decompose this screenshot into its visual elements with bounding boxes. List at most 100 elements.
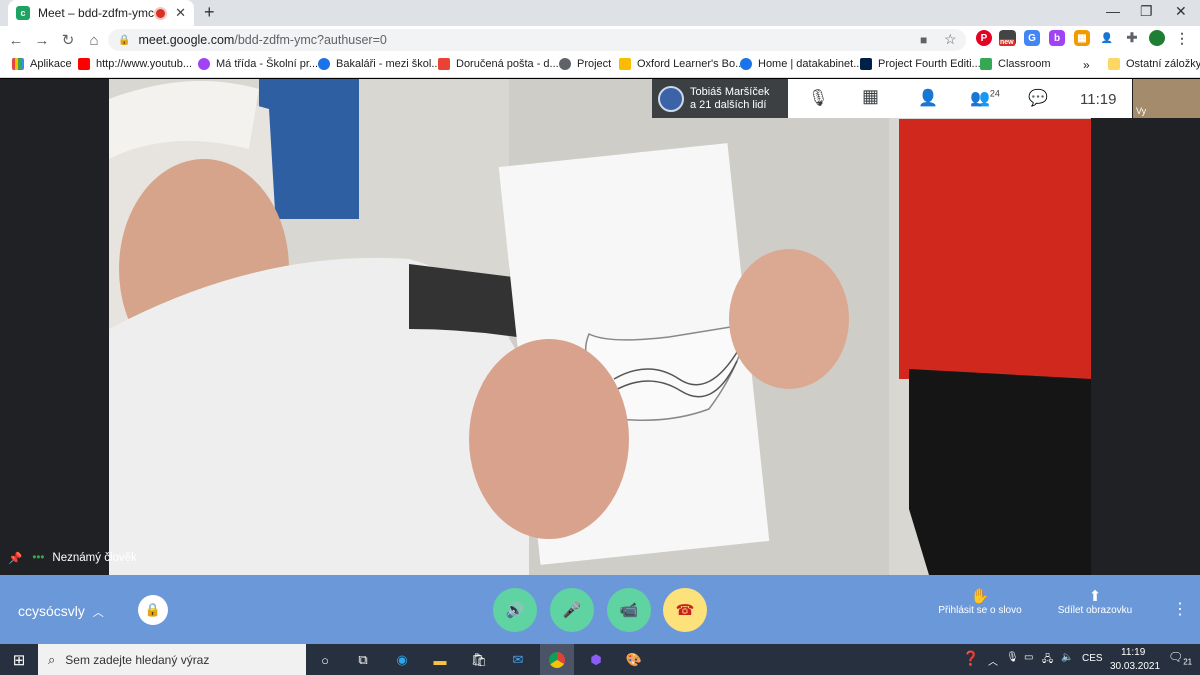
pin-icon[interactable]: 📌 xyxy=(8,551,22,565)
gmail-icon xyxy=(438,58,450,70)
present-now-button[interactable]: ⬆ Sdílet obrazovku xyxy=(1050,587,1140,616)
mic-off-icon[interactable]: 🎙 xyxy=(808,88,828,108)
bookmarks-overflow-button[interactable]: » xyxy=(1083,58,1090,72)
audio-dots-icon: ••• xyxy=(32,552,45,564)
close-window-button[interactable]: ✕ xyxy=(1175,3,1187,20)
extensions-puzzle-icon[interactable]: ✚ xyxy=(1124,30,1140,46)
close-tab-icon[interactable]: ✕ xyxy=(175,5,186,21)
presenter-name: Tobiáš Maršíček xyxy=(690,85,770,98)
bookmarks-bar: Aplikace http://www.youtub... Má třída -… xyxy=(0,54,1200,78)
cortana-icon[interactable]: ○ xyxy=(315,650,335,670)
grid-extension-icon[interactable]: ▦ xyxy=(1074,30,1090,46)
camera-button[interactable]: 📹 xyxy=(607,588,651,632)
bookmark-gmail[interactable]: Doručená pošta - d... xyxy=(438,58,559,70)
taskbar-date[interactable]: 30.03.2021 xyxy=(1110,661,1160,672)
task-view-icon[interactable]: ⧉ xyxy=(353,650,373,670)
oxford-icon xyxy=(619,58,631,70)
new-tab-button[interactable]: + xyxy=(204,2,215,23)
host-controls-lock-icon[interactable]: 🔒 xyxy=(138,595,168,625)
action-center-icon[interactable]: 🗨21 xyxy=(1168,650,1192,666)
translate-extension-icon[interactable]: G xyxy=(1024,30,1040,46)
self-view-label: Vy xyxy=(1136,106,1147,116)
pinterest-extension-icon[interactable]: P xyxy=(976,30,992,46)
more-options-icon[interactable]: ⋮ xyxy=(1172,599,1188,619)
chevron-up-icon: ︿ xyxy=(92,607,104,619)
paint-icon[interactable]: 🎨 xyxy=(624,650,644,670)
home-button[interactable]: ⌂ xyxy=(81,32,107,49)
network-icon[interactable]: 🖧 xyxy=(1042,652,1053,669)
file-explorer-icon[interactable]: ▬ xyxy=(430,650,450,670)
bookmark-ma-trida[interactable]: Má třída - Školní pr... xyxy=(198,58,318,70)
url-text: meet.google.com/bdd-zdfm-ymc?authuser=0 xyxy=(138,33,387,47)
chat-icon[interactable]: 💬 xyxy=(1028,88,1048,108)
avatar[interactable] xyxy=(1149,30,1165,46)
help-icon[interactable]: ❓ xyxy=(962,650,979,667)
tray-chevron-icon[interactable]: ︿ xyxy=(988,653,998,668)
tab-title: Meet – bdd-zdfm-ymc xyxy=(38,6,155,20)
bookmark-star-icon[interactable]: ☆ xyxy=(944,31,957,48)
video-frame xyxy=(109,79,1091,575)
profile-extension-icon[interactable]: 👤 xyxy=(1099,30,1115,46)
recording-indicator-icon xyxy=(156,8,166,18)
meet-stage xyxy=(0,79,1200,575)
taskbar-search-box[interactable]: ⌕ Sem zadejte hledaný výraz xyxy=(38,644,306,675)
reload-button[interactable]: ↻ xyxy=(55,31,81,49)
bookmark-youtube[interactable]: http://www.youtub... xyxy=(78,58,192,70)
bakalari-icon xyxy=(318,58,330,70)
meeting-code[interactable]: ccysócsvly ︿ xyxy=(18,603,104,620)
minimize-window-button[interactable]: — xyxy=(1106,3,1120,19)
chrome-menu-icon[interactable]: ⋮ xyxy=(1174,30,1190,46)
windows-start-icon[interactable]: ⊞ xyxy=(9,650,29,670)
edge-icon xyxy=(740,58,752,70)
chrome-taskbar-icon[interactable] xyxy=(540,644,574,675)
microsoft-store-icon[interactable]: 🛍 xyxy=(469,650,489,670)
mail-icon[interactable]: ✉ xyxy=(508,650,528,670)
meeting-clock: 11:19 xyxy=(1080,91,1117,108)
leave-call-button[interactable]: ☎ xyxy=(663,588,707,632)
browser-tab[interactable]: c Meet – bdd-zdfm-ymc ✕ xyxy=(8,0,194,26)
b-extension-icon[interactable]: b xyxy=(1049,30,1065,46)
bookmark-project[interactable]: Project xyxy=(559,58,611,70)
address-bar[interactable]: 🔒 meet.google.com/bdd-zdfm-ymc?authuser=… xyxy=(108,29,966,51)
back-button[interactable]: ← xyxy=(3,32,29,49)
self-view-tile[interactable]: Vy xyxy=(1133,79,1200,118)
speaker-icon: 🔊 xyxy=(505,602,525,619)
microphone-icon: 🎤 xyxy=(562,602,582,619)
raise-hand-icon: ✋ xyxy=(970,588,990,605)
camera-in-use-icon[interactable]: ■ xyxy=(920,33,927,47)
onenote-icon[interactable]: ⬢ xyxy=(586,650,606,670)
taskbar-time[interactable]: 11:19 xyxy=(1121,647,1145,658)
microphone-tray-icon[interactable]: 🎙 xyxy=(1006,652,1019,663)
other-bookmarks[interactable]: Ostatní záložky xyxy=(1108,58,1200,70)
participants-icon[interactable]: 👥24 xyxy=(970,88,1000,108)
edge-icon[interactable]: ◉ xyxy=(392,650,412,670)
volume-icon[interactable]: 🔈 xyxy=(1061,652,1073,663)
layout-grid-icon[interactable]: ▦ xyxy=(862,86,879,107)
raise-hand-button[interactable]: ✋ Přihlásit se o slovo xyxy=(930,587,1030,616)
bookmark-project-fourth[interactable]: Project Fourth Editi... xyxy=(860,58,981,70)
present-now-label: Sdílet obrazovku xyxy=(1057,605,1133,616)
input-language[interactable]: CES xyxy=(1082,653,1103,664)
taskbar-search-placeholder: Sem zadejte hledaný výraz xyxy=(65,652,210,667)
restore-window-button[interactable]: ❐ xyxy=(1140,3,1153,20)
bookmark-bakalari[interactable]: Bakaláři - mezi škol... xyxy=(318,58,441,70)
folder-icon xyxy=(1108,58,1120,70)
present-screen-icon: ⬆ xyxy=(1088,588,1102,605)
bookmark-datakabinet[interactable]: Home | datakabinet... xyxy=(740,58,862,70)
hang-up-icon: ☎ xyxy=(675,602,695,619)
captions-person-icon[interactable]: 👤 xyxy=(918,88,938,108)
speaker-button[interactable]: 🔊 xyxy=(493,588,537,632)
bookmark-apps[interactable]: Aplikace xyxy=(12,58,72,70)
meet-control-bar: ccysócsvly ︿ 🔒 🔊 🎤 📹 ☎ ✋ Přihlásit se o … xyxy=(0,575,1200,644)
meet-favicon-icon: c xyxy=(16,6,30,20)
forward-button[interactable]: → xyxy=(29,32,55,49)
bookmark-oxford[interactable]: Oxford Learner's Bo... xyxy=(619,58,744,70)
check-icon xyxy=(198,58,210,70)
battery-icon[interactable]: ▭ xyxy=(1024,652,1033,663)
presenter-avatar xyxy=(658,85,684,112)
bookmark-classroom[interactable]: Classroom xyxy=(980,58,1051,70)
presenter-chip[interactable]: Tobiáš Maršíček a 21 dalších lidí xyxy=(652,79,788,118)
microphone-button[interactable]: 🎤 xyxy=(550,588,594,632)
tab-strip: c Meet – bdd-zdfm-ymc ✕ + — ❐ ✕ xyxy=(0,0,1200,26)
new-extension-icon[interactable]: new xyxy=(999,30,1016,46)
